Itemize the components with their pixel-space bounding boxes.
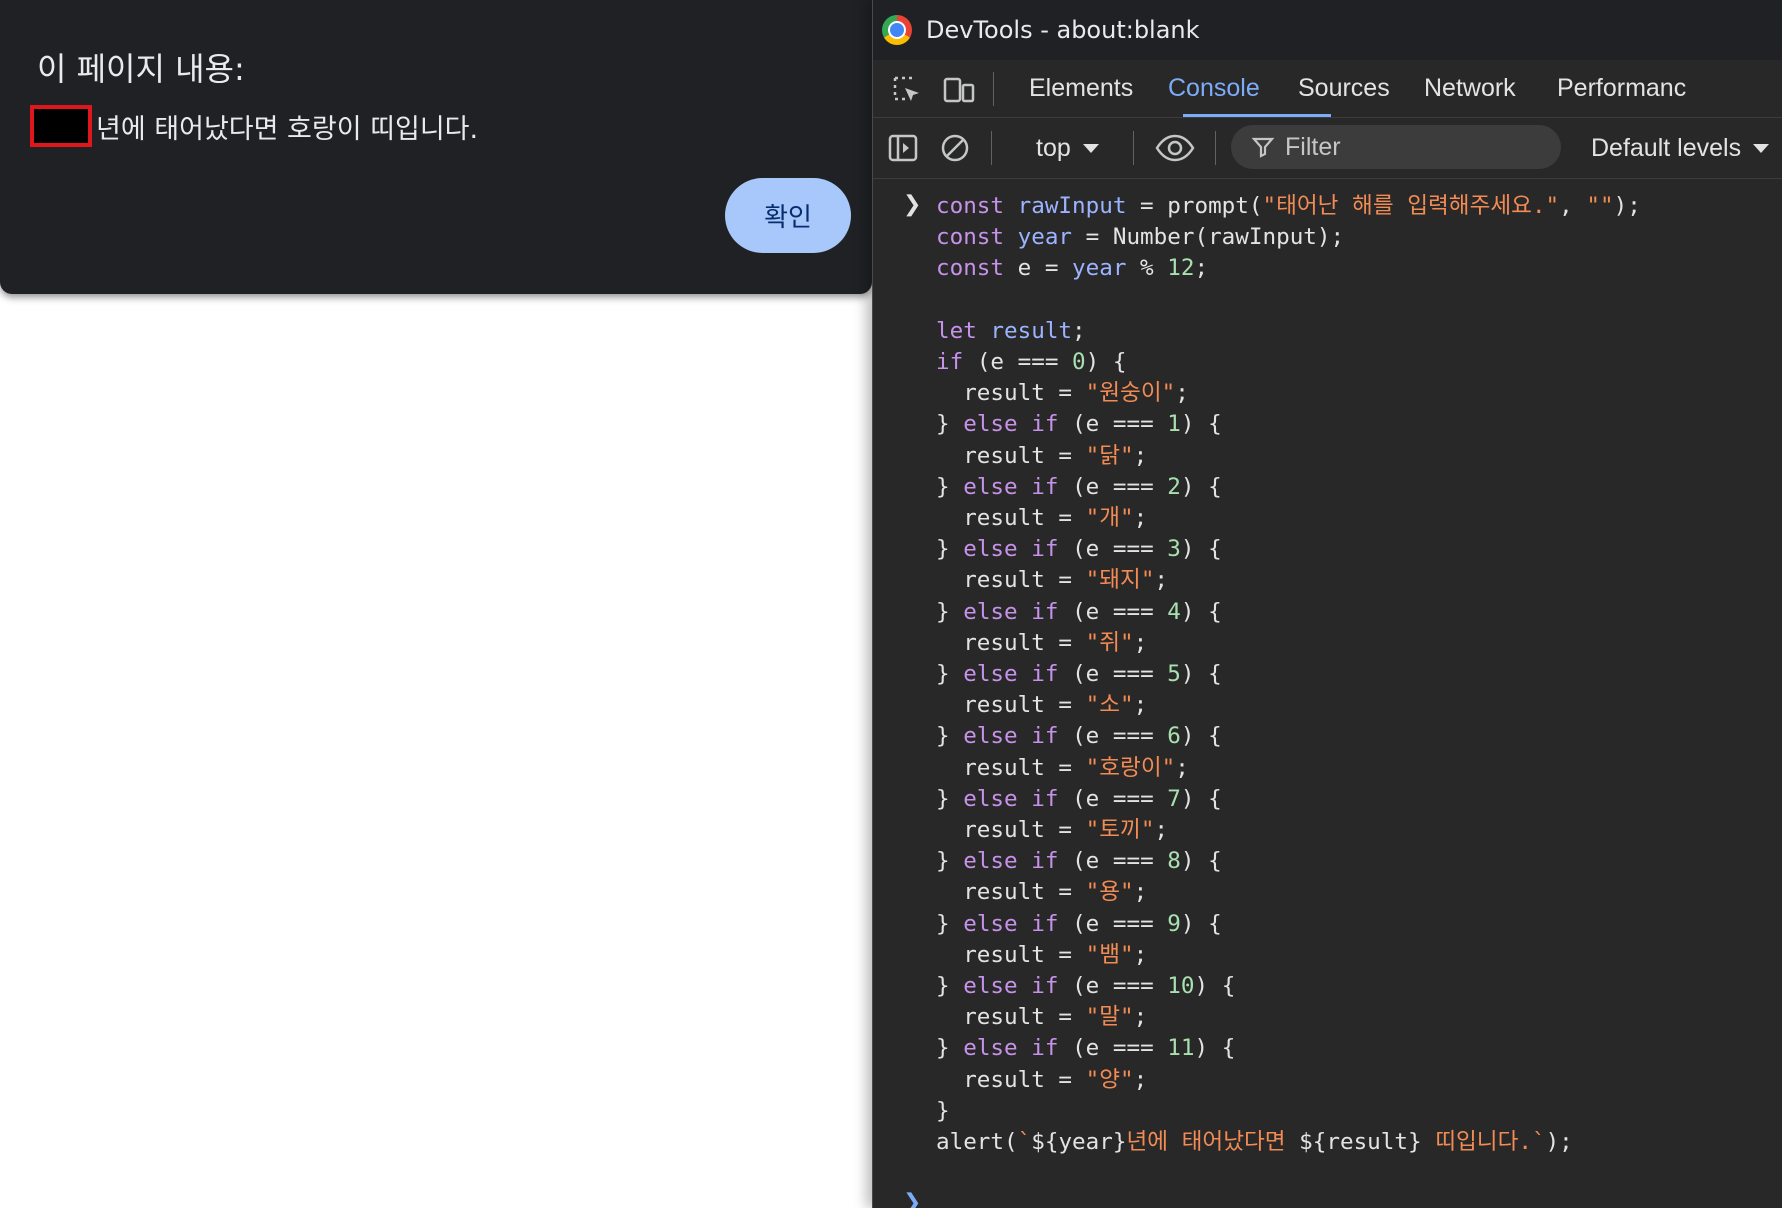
ok-button[interactable]: 확인	[725, 178, 851, 253]
chevron-right-icon: ❯	[903, 192, 922, 217]
tab-performance[interactable]: Performanc	[1557, 60, 1686, 117]
device-toolbar-icon[interactable]	[941, 72, 977, 108]
filter-input[interactable]: Filter	[1231, 125, 1561, 169]
toolbar-divider-3	[1215, 131, 1216, 165]
context-selector[interactable]: top	[1036, 132, 1101, 164]
tab-console[interactable]: Console	[1168, 60, 1260, 117]
filter-placeholder: Filter	[1285, 132, 1341, 161]
devtools-window: DevTools - about:blank Elements Console …	[872, 0, 1782, 1208]
tab-network[interactable]: Network	[1424, 60, 1516, 117]
chevron-down-icon	[1082, 144, 1099, 153]
alert-message-text: 년에 태어났다면 호랑이 띠입니다.	[96, 113, 479, 145]
active-tab-indicator	[1183, 114, 1331, 117]
live-expression-eye-icon[interactable]	[1153, 130, 1197, 166]
inspect-element-icon[interactable]	[889, 72, 925, 108]
chevron-down-icon	[1753, 144, 1770, 153]
console-prompt-icon[interactable]: ❯	[903, 1190, 921, 1208]
devtools-titlebar: DevTools - about:blank	[873, 0, 1782, 60]
log-levels-dropdown[interactable]: Default levels	[1591, 132, 1771, 164]
sidebar-toggle-icon[interactable]	[885, 130, 921, 166]
devtools-tabbar: Elements Console Sources Network Perform…	[873, 60, 1782, 118]
console-code-input[interactable]: const rawInput = prompt("태어난 해를 입력해주세요."…	[936, 191, 1641, 1158]
clear-console-icon[interactable]	[937, 130, 973, 166]
redacted-year-box	[30, 105, 92, 147]
console-output[interactable]: ❯ const rawInput = prompt("태어난 해를 입력해주세요…	[873, 180, 1782, 1208]
console-toolbar: top Filter Default levels	[873, 118, 1782, 179]
chrome-logo-icon	[882, 15, 912, 45]
alert-message: 년에 태어났다면 호랑이 띠입니다.	[30, 105, 478, 147]
log-levels-label: Default levels	[1591, 133, 1742, 162]
context-label: top	[1036, 133, 1071, 162]
tab-elements[interactable]: Elements	[1029, 60, 1133, 117]
alert-title: 이 페이지 내용:	[37, 50, 245, 88]
toolbar-divider	[991, 131, 992, 165]
window-title: DevTools - about:blank	[926, 16, 1200, 44]
tabbar-divider	[993, 72, 994, 106]
toolbar-divider-2	[1133, 131, 1134, 165]
filter-funnel-icon	[1251, 137, 1275, 158]
tab-sources[interactable]: Sources	[1298, 60, 1390, 117]
alert-dialog: 이 페이지 내용: 년에 태어났다면 호랑이 띠입니다. 확인	[0, 0, 872, 294]
